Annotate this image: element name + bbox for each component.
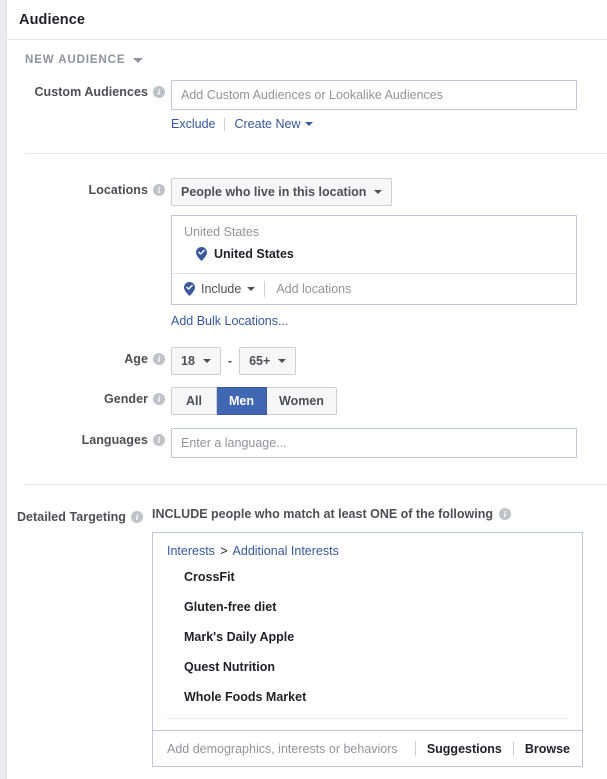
languages-input[interactable] [171,428,577,458]
chevron-down-icon [247,287,256,291]
detailed-targeting-row: Detailed Targeting i INCLUDE people who … [7,507,607,767]
info-icon[interactable]: i [153,86,165,98]
divider [224,117,226,131]
info-icon[interactable]: i [153,393,165,405]
gender-label-group: Gender i [7,387,171,406]
gender-option-all[interactable]: All [171,387,217,415]
section-divider [25,153,607,154]
bulk-locations-wrap: Add Bulk Locations... [171,312,577,330]
detailed-targeting-heading-text: INCLUDE people who match at least ONE of… [152,507,493,521]
info-icon[interactable]: i [131,511,143,523]
detailed-targeting-label: Detailed Targeting [16,510,126,524]
chevron-down-icon [202,359,211,363]
detailed-targeting-heading: INCLUDE people who match at least ONE of… [147,507,583,521]
audience-selector[interactable]: NEW AUDIENCE [7,40,607,66]
exclude-link[interactable]: Exclude [171,117,215,131]
location-pin-check-icon [196,247,207,261]
gender-field: All Men Women [171,387,607,415]
breadcrumb-child[interactable]: Additional Interests [233,544,339,558]
gender-segmented-control: All Men Women [171,387,337,415]
locations-box: United States United States Include Add … [171,215,577,305]
gender-row: Gender i All Men Women [7,387,607,415]
suggestions-button[interactable]: Suggestions [416,742,513,756]
languages-label: Languages [81,433,148,447]
locations-label: Locations [88,183,148,197]
detailed-targeting-box: Interests > Additional Interests CrossFi… [152,532,583,767]
custom-audiences-sub-links: Exclude Create New [171,117,577,131]
info-icon[interactable]: i [153,353,165,365]
languages-field [171,428,607,458]
include-exclude-dropdown[interactable]: Include [184,282,256,296]
age-range-controls: 18 - 65+ [171,347,577,375]
info-icon[interactable]: i [499,508,511,520]
audience-card: Audience NEW AUDIENCE Custom Audiences i… [6,0,607,779]
age-min-value: 18 [181,354,195,368]
detailed-targeting-footer: Suggestions Browse [153,730,582,766]
info-icon[interactable]: i [153,184,165,196]
detailed-targeting-search-input[interactable] [165,740,415,757]
chevron-down-icon [374,190,383,194]
gender-option-women[interactable]: Women [267,387,337,415]
custom-audiences-field: Exclude Create New [171,80,607,131]
custom-audiences-row: Custom Audiences i Exclude Create New [7,80,607,131]
divider [264,281,266,297]
list-item[interactable]: Whole Foods Market [153,682,582,712]
age-range-separator: - [227,354,233,368]
locations-label-group: Locations i [7,178,171,197]
detailed-targeting-list: Interests > Additional Interests CrossFi… [153,533,582,719]
age-field: 18 - 65+ [171,347,607,375]
chevron-down-icon [278,359,287,363]
audience-selector-label: NEW AUDIENCE [25,54,126,66]
location-item-label: United States [214,247,294,261]
age-max-value: 65+ [249,354,271,368]
locations-field: People who live in this location United … [171,178,607,330]
locations-group-heading: United States [184,225,260,239]
chevron-down-icon [133,57,144,63]
gender-label: Gender [103,392,148,406]
page-title: Audience [19,11,86,28]
custom-audiences-label-group: Custom Audiences i [7,80,171,99]
list-item[interactable]: Gluten-free diet [153,592,582,622]
locations-row: Locations i People who live in this loca… [7,178,607,330]
create-new-link[interactable]: Create New [234,117,300,131]
section-divider [25,484,607,485]
add-bulk-locations-link[interactable]: Add Bulk Locations... [171,314,288,328]
custom-audiences-input[interactable] [171,80,577,110]
audience-settings-screen: Audience NEW AUDIENCE Custom Audiences i… [0,0,607,779]
custom-audiences-label: Custom Audiences [34,85,148,99]
age-min-dropdown[interactable]: 18 [171,347,221,375]
age-row: Age i 18 - 65+ [7,347,607,375]
detailed-targeting-body: INCLUDE people who match at least ONE of… [147,507,607,767]
age-label: Age [124,352,148,366]
list-item[interactable]: CrossFit [153,562,582,592]
list-item[interactable]: Quest Nutrition [153,652,582,682]
age-max-dropdown[interactable]: 65+ [239,347,297,375]
create-new-link-group[interactable]: Create New [234,117,314,131]
age-label-group: Age i [7,347,171,366]
detailed-targeting-label-group: Detailed Targeting i [7,507,147,524]
breadcrumb: Interests > Additional Interests [153,544,582,562]
chevron-down-icon [305,122,314,126]
location-mode-dropdown[interactable]: People who live in this location [171,178,393,206]
breadcrumb-root[interactable]: Interests [167,544,215,558]
info-icon[interactable]: i [153,434,165,446]
browse-button[interactable]: Browse [514,742,570,756]
languages-row: Languages i [7,428,607,458]
divider [167,718,568,719]
locations-footer: Include [172,273,576,304]
card-header: Audience [7,0,607,40]
languages-label-group: Languages i [7,428,171,447]
location-pin-check-icon [184,282,195,296]
location-selected-item[interactable]: United States [172,241,576,273]
breadcrumb-separator: > [220,544,228,558]
location-mode-value: People who live in this location [181,185,367,199]
include-value: Include [201,282,242,296]
gender-option-men[interactable]: Men [217,387,267,415]
add-locations-input[interactable] [274,281,576,297]
list-item[interactable]: Mark's Daily Apple [153,622,582,652]
